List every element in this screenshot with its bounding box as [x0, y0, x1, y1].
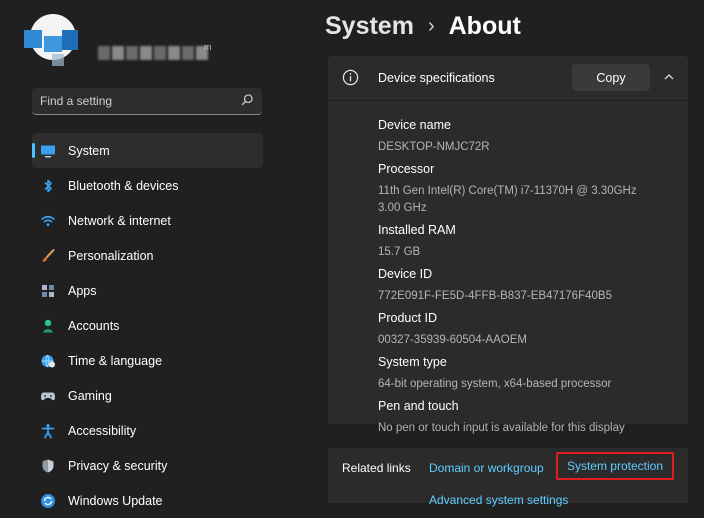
spec-label: Installed RAM	[378, 223, 456, 237]
info-icon	[342, 69, 359, 86]
active-indicator	[32, 143, 35, 158]
avatar[interactable]	[24, 8, 84, 68]
sidebar-item-privacy-security[interactable]: Privacy & security	[32, 448, 263, 483]
sidebar-item-label: Bluetooth & devices	[68, 178, 179, 193]
brush-icon	[40, 248, 56, 264]
sidebar-item-accessibility[interactable]: Accessibility	[32, 413, 263, 448]
spec-value: 772E091F-FE5D-4FFB-B837-EB47176F40B5	[378, 290, 612, 302]
spec-pen-touch: Pen and touch No pen or touch input is a…	[378, 398, 688, 437]
search-icon[interactable]	[240, 93, 254, 107]
sidebar-item-bluetooth[interactable]: Bluetooth & devices	[32, 168, 263, 203]
sidebar-item-label: Windows Update	[68, 493, 163, 508]
spec-label: Pen and touch	[378, 399, 459, 413]
domain-or-workgroup-link[interactable]: Domain or workgroup	[429, 461, 544, 475]
related-links-bar: Related links Domain or workgroup System…	[328, 448, 688, 507]
sidebar-item-label: Personalization	[68, 248, 154, 263]
breadcrumb-parent[interactable]: System	[325, 12, 414, 41]
system-protection-link[interactable]: System protection	[556, 452, 674, 480]
spec-label: Device ID	[378, 267, 433, 281]
search-input[interactable]: Find a setting	[32, 88, 262, 115]
sidebar: m Find a setting System Bluetooth & devi…	[0, 0, 280, 508]
spec-label: Device name	[378, 118, 451, 132]
wifi-icon	[40, 213, 56, 229]
spec-processor: Processor 11th Gen Intel(R) Core(TM) i7-…	[378, 161, 688, 217]
apps-icon	[40, 283, 56, 299]
sidebar-item-label: System	[68, 143, 110, 158]
chevron-up-icon[interactable]	[662, 70, 676, 84]
spec-value: 64-bit operating system, x64-based proce…	[378, 378, 612, 390]
spec-product-id: Product ID 00327-35939-60504-AAOEM	[378, 310, 688, 349]
spec-value: 11th Gen Intel(R) Core(TM) i7-11370H @ 3…	[378, 183, 688, 217]
breadcrumb-separator: ›	[427, 15, 435, 37]
device-specifications-card: Device specifications Copy Device name D…	[328, 56, 688, 434]
spec-device-name: Device name DESKTOP-NMJC72R	[378, 117, 688, 156]
spec-label: Processor	[378, 162, 435, 176]
spec-device-id: Device ID 772E091F-FE5D-4FFB-B837-EB4717…	[378, 266, 688, 305]
spec-system-type: System type 64-bit operating system, x64…	[378, 354, 688, 393]
bluetooth-icon	[40, 178, 56, 194]
nav-list: System Bluetooth & devices Network & int…	[32, 133, 263, 518]
accessibility-icon	[40, 423, 56, 439]
spec-value: 00327-35939-60504-AAOEM	[378, 334, 527, 346]
person-icon	[40, 318, 56, 334]
search-placeholder: Find a setting	[40, 94, 113, 108]
device-specifications-header[interactable]: Device specifications Copy	[328, 56, 688, 101]
spec-value: 15.7 GB	[378, 246, 421, 258]
sidebar-item-label: Network & internet	[68, 213, 171, 228]
username-suffix: m	[204, 42, 212, 52]
sidebar-item-label: Privacy & security	[68, 458, 168, 473]
update-icon	[40, 493, 56, 509]
page-title: About	[448, 12, 521, 40]
sidebar-item-label: Gaming	[68, 388, 112, 403]
sidebar-item-gaming[interactable]: Gaming	[32, 378, 263, 413]
sidebar-item-personalization[interactable]: Personalization	[32, 238, 263, 273]
spec-label: System type	[378, 355, 447, 369]
sidebar-item-label: Accounts	[68, 318, 120, 333]
sidebar-item-apps[interactable]: Apps	[32, 273, 263, 308]
shield-icon	[40, 458, 56, 474]
spec-label: Product ID	[378, 311, 438, 325]
sidebar-item-windows-update[interactable]: Windows Update	[32, 483, 263, 518]
username-redacted	[98, 46, 208, 64]
copy-button[interactable]: Copy	[572, 64, 650, 91]
sidebar-item-label: Time & language	[68, 353, 163, 368]
spec-list: Device name DESKTOP-NMJC72R Processor 11…	[328, 101, 688, 434]
section-title: Device specifications	[378, 71, 495, 85]
related-links-label: Related links	[342, 461, 411, 475]
spec-value-line2: 3.00 GHz	[378, 202, 427, 214]
breadcrumb: System › About	[325, 12, 521, 41]
sidebar-item-system[interactable]: System	[32, 133, 263, 168]
spec-value: No pen or touch input is available for t…	[378, 422, 625, 434]
sidebar-item-label: Accessibility	[68, 423, 137, 438]
spec-value-line1: 11th Gen Intel(R) Core(TM) i7-11370H @ 3…	[378, 185, 637, 197]
sidebar-item-time-language[interactable]: Time & language	[32, 343, 263, 378]
sidebar-item-network[interactable]: Network & internet	[32, 203, 263, 238]
globe-clock-icon	[40, 353, 56, 369]
advanced-system-settings-link[interactable]: Advanced system settings	[429, 493, 568, 507]
spec-value: DESKTOP-NMJC72R	[378, 141, 490, 153]
monitor-icon	[40, 143, 56, 159]
sidebar-item-label: Apps	[68, 283, 97, 298]
gamepad-icon	[40, 388, 56, 404]
sidebar-item-accounts[interactable]: Accounts	[32, 308, 263, 343]
spec-installed-ram: Installed RAM 15.7 GB	[378, 222, 688, 261]
